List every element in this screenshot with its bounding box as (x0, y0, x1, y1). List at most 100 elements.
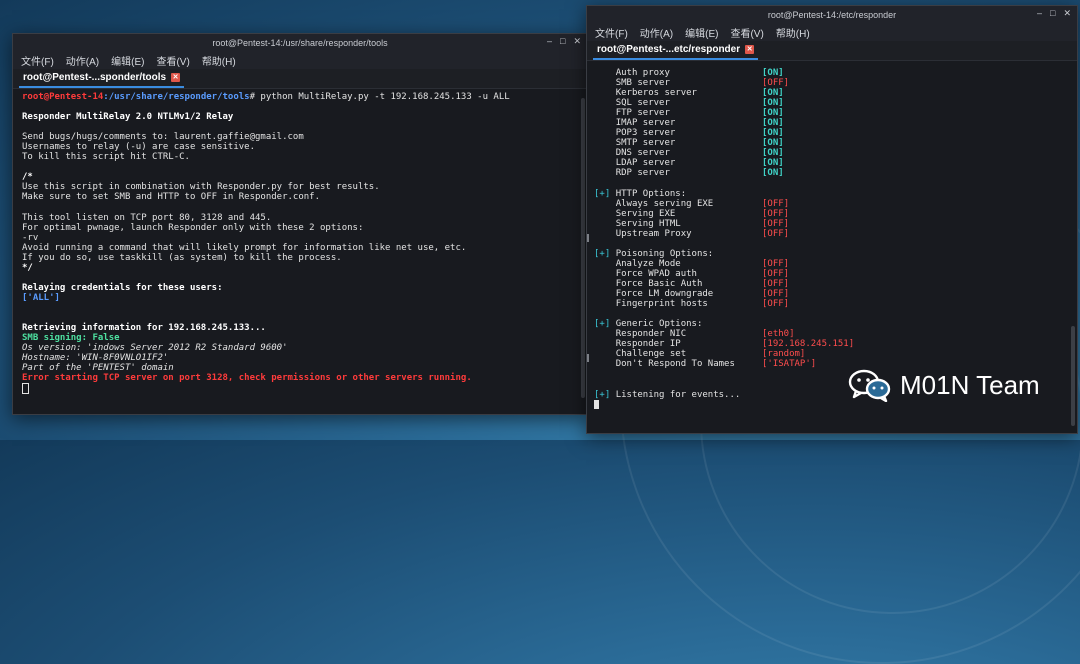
terminal-window-tools[interactable]: root@Pentest-14:/usr/share/responder/too… (12, 33, 588, 415)
option-name: Responder IP (615, 339, 681, 350)
option-name: IMAP server (615, 118, 676, 129)
option-state: [ON] (762, 108, 784, 119)
tab-close-icon[interactable]: ✕ (171, 73, 181, 82)
option-name: SMB server (615, 78, 670, 89)
tab-terminal[interactable]: root@Pentest-...etc/responder ✕ (593, 44, 759, 60)
menu-file[interactable]: 文件(F) (595, 25, 628, 40)
option-state: [ON] (762, 68, 784, 78)
output-line: Hostname: 'WIN-8F0VNLO1IF2' (22, 353, 169, 364)
window-titlebar[interactable]: root@Pentest-14:/etc/responder – □ ✕ (587, 6, 1077, 23)
window-titlebar[interactable]: root@Pentest-14:/usr/share/responder/too… (13, 34, 587, 51)
terminal-cursor (22, 383, 29, 395)
prompt-line: root@Pentest-14:/usr/share/responder/too… (22, 92, 510, 102)
terminal-output[interactable]: root@Pentest-14:/usr/share/responder/too… (13, 90, 577, 414)
option-state: [OFF] (762, 228, 790, 239)
tab-bar: root@Pentest-...etc/responder ✕ (587, 41, 1077, 61)
scrollbar[interactable] (581, 98, 585, 398)
maximize-icon[interactable]: □ (560, 36, 565, 47)
option-name: Force Basic Auth (615, 278, 703, 289)
menu-file[interactable]: 文件(F) (21, 53, 54, 68)
output-line: Make sure to set SMB and HTTP to OFF in … (22, 192, 321, 203)
option-name: Serving HTML (615, 218, 681, 229)
option-state: [OFF] (762, 198, 790, 209)
option-state: [OFF] (762, 258, 790, 269)
menu-help[interactable]: 帮助(H) (776, 25, 810, 40)
option-state: [ON] (762, 98, 784, 109)
watermark: M01N Team (848, 368, 1040, 403)
minimize-icon[interactable]: – (1037, 8, 1042, 19)
option-state: [ON] (762, 148, 784, 159)
output-line: This tool listen on TCP port 80, 3128 an… (22, 212, 272, 223)
option-name: Kerberos server (615, 88, 697, 99)
option-name: RDP server (615, 168, 670, 179)
output-line: Relaying credentials for these users: (22, 282, 223, 293)
terminal-cursor (594, 399, 599, 409)
minimize-icon[interactable]: – (547, 36, 552, 47)
window-title: root@Pentest-14:/etc/responder (767, 9, 897, 20)
option-name: Don't Respond To Names (615, 359, 735, 370)
option-state: [OFF] (762, 208, 790, 219)
output-line: For optimal pwnage, launch Responder onl… (22, 222, 364, 233)
option-state: [ON] (762, 168, 784, 179)
menu-edit[interactable]: 编辑(E) (685, 25, 718, 40)
option-row: Force WPAD auth [OFF] (594, 269, 1067, 279)
menu-view[interactable]: 查看(V) (730, 25, 763, 40)
option-state: [OFF] (762, 218, 790, 229)
option-state: [random] (762, 349, 806, 360)
close-icon[interactable]: ✕ (1063, 8, 1071, 19)
menu-action[interactable]: 动作(A) (66, 53, 99, 68)
output-line: Os version: 'indows Server 2012 R2 Stand… (22, 343, 288, 354)
margin-marker (587, 354, 589, 362)
tab-label: root@Pentest-...sponder/tools (23, 72, 167, 83)
margin-marker (587, 234, 589, 242)
option-name: Fingerprint hosts (615, 299, 708, 310)
output-line: Send bugs/hugs/comments to: laurent.gaff… (22, 132, 304, 143)
option-row: Always serving EXE [OFF] (594, 199, 1067, 209)
option-state: [OFF] (762, 278, 790, 289)
option-row: DNS server [ON] (594, 148, 1067, 158)
option-name: Upstream Proxy (615, 228, 692, 239)
option-row: SQL server [ON] (594, 98, 1067, 108)
window-title: root@Pentest-14:/usr/share/responder/too… (212, 37, 388, 48)
banner-title: Responder MultiRelay 2.0 NTLMv1/2 Relay (22, 112, 234, 123)
option-row: Upstream Proxy [OFF] (594, 229, 1067, 239)
menu-edit[interactable]: 编辑(E) (111, 53, 144, 68)
option-row: LDAP server [ON] (594, 158, 1067, 168)
option-row: POP3 server [ON] (594, 128, 1067, 138)
option-row: Fingerprint hosts [OFF] (594, 299, 1067, 309)
option-state: [ON] (762, 128, 784, 139)
error-line: Error starting TCP server on port 3128, … (22, 373, 472, 384)
option-state: ['ISATAP'] (762, 359, 817, 370)
tab-close-icon[interactable]: ✕ (745, 45, 755, 54)
section-header: [+] HTTP Options: (594, 188, 687, 199)
menu-help[interactable]: 帮助(H) (202, 53, 236, 68)
option-row: Serving EXE [OFF] (594, 209, 1067, 219)
section-header: [+] Generic Options: (594, 319, 703, 330)
option-name: Analyze Mode (615, 258, 681, 269)
menu-action[interactable]: 动作(A) (640, 25, 673, 40)
option-state: [OFF] (762, 299, 790, 310)
menu-bar: 文件(F) 动作(A) 编辑(E) 查看(V) 帮助(H) (13, 51, 587, 69)
option-row: RDP server [ON] (594, 168, 1067, 178)
tab-terminal[interactable]: root@Pentest-...sponder/tools ✕ (19, 72, 185, 88)
option-row: IMAP server [ON] (594, 118, 1067, 128)
output-line: To kill this script hit CTRL-C. (22, 152, 190, 163)
option-state: [ON] (762, 138, 784, 149)
option-name: FTP server (615, 108, 670, 119)
scrollbar[interactable] (1071, 326, 1075, 426)
option-name: Challenge set (615, 349, 687, 360)
option-state: [ON] (762, 158, 784, 169)
option-row: Challenge set [random] (594, 349, 1067, 359)
option-state: [ON] (762, 118, 784, 129)
output-line: Avoid running a command that will likely… (22, 242, 467, 253)
option-name: POP3 server (615, 128, 676, 139)
output-line: Usernames to relay (-u) are case sensiti… (22, 142, 255, 153)
tab-bar: root@Pentest-...sponder/tools ✕ (13, 69, 587, 89)
tab-label: root@Pentest-...etc/responder (597, 44, 741, 55)
option-row: Analyze Mode [OFF] (594, 259, 1067, 269)
maximize-icon[interactable]: □ (1050, 8, 1055, 19)
close-icon[interactable]: ✕ (573, 36, 581, 47)
menu-view[interactable]: 查看(V) (156, 53, 189, 68)
option-state: [OFF] (762, 268, 790, 279)
section-header: [+] Poisoning Options: (594, 248, 714, 259)
